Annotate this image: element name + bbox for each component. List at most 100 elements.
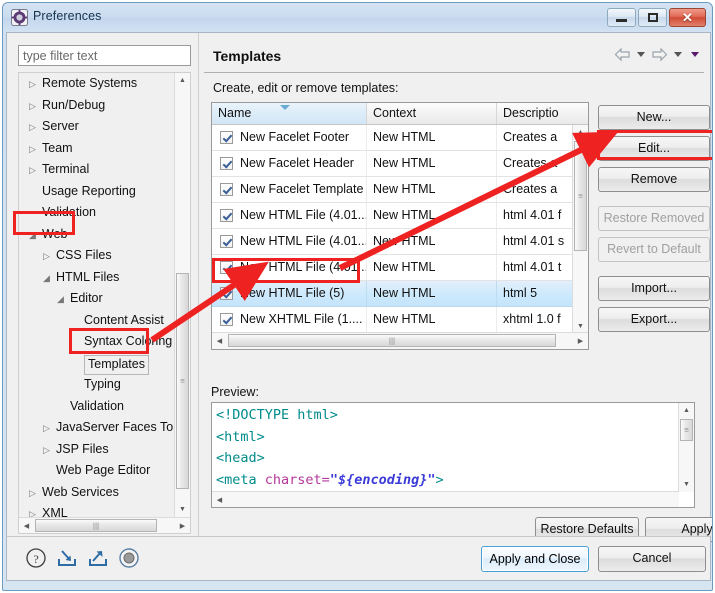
row-checkbox[interactable] bbox=[220, 183, 233, 196]
export-button[interactable]: Export... bbox=[598, 307, 710, 332]
table-row[interactable]: New HTML File (5) New HTML html 5 bbox=[212, 281, 574, 307]
row-checkbox[interactable] bbox=[220, 131, 233, 144]
apply-and-close-button[interactable]: Apply and Close bbox=[481, 546, 589, 572]
row-checkbox[interactable] bbox=[220, 261, 233, 274]
sidebar-item-html-files[interactable]: ◢ HTML Files bbox=[19, 267, 177, 289]
table-row[interactable]: New Facelet Footer New HTML Creates a bbox=[212, 125, 574, 151]
templates-table[interactable]: Name Context Descriptio New Facelet Foot… bbox=[211, 102, 589, 350]
table-hscroll-thumb[interactable]: ||| bbox=[228, 334, 556, 347]
export-preferences-icon[interactable] bbox=[87, 547, 109, 569]
scroll-left-arrow[interactable]: ◀ bbox=[212, 492, 227, 507]
preferences-tree[interactable]: ▷ Remote Systems ▷ Run/Debug ▷ Server ▷ Team ▷ Te… bbox=[18, 72, 191, 534]
tree-collapsed-arrow-icon[interactable]: ▷ bbox=[43, 439, 54, 461]
sidebar-item-xml[interactable]: ▷ XML bbox=[19, 503, 177, 517]
cancel-button[interactable]: Cancel bbox=[598, 546, 706, 572]
sidebar-item-validation[interactable]: Validation bbox=[19, 202, 177, 224]
column-header-context[interactable]: Context bbox=[367, 103, 497, 124]
sidebar-item-server[interactable]: ▷ Server bbox=[19, 116, 177, 138]
row-checkbox[interactable] bbox=[220, 209, 233, 222]
table-row[interactable]: New HTML File (4.01... New HTML html 4.01 … bbox=[212, 229, 574, 255]
tree-expanded-arrow-icon[interactable]: ◢ bbox=[43, 267, 54, 289]
sidebar-item-jsp-files[interactable]: ▷ JSP Files bbox=[19, 439, 177, 461]
tree-hscroll-thumb[interactable]: ||| bbox=[35, 519, 157, 532]
code-token-tag: <!DOCTYPE html> bbox=[216, 407, 338, 423]
scroll-left-arrow[interactable]: ◀ bbox=[19, 518, 34, 533]
back-arrow-icon[interactable] bbox=[614, 47, 631, 62]
sidebar-item-templates[interactable]: Templates bbox=[19, 353, 177, 375]
maximize-button[interactable] bbox=[638, 8, 667, 27]
sidebar-item-typing[interactable]: Typing bbox=[19, 374, 177, 396]
sidebar-item-usage-reporting[interactable]: Usage Reporting bbox=[19, 181, 177, 203]
table-horizontal-scrollbar[interactable]: ◀ ||| ▶ bbox=[212, 332, 588, 349]
tree-collapsed-arrow-icon[interactable]: ▷ bbox=[43, 417, 54, 439]
scroll-up-arrow[interactable]: ▲ bbox=[679, 403, 694, 418]
tree-expanded-arrow-icon[interactable]: ◢ bbox=[29, 224, 40, 246]
remove-button[interactable]: Remove bbox=[598, 167, 710, 192]
import-button[interactable]: Import... bbox=[598, 276, 710, 301]
tree-collapsed-arrow-icon[interactable]: ▷ bbox=[29, 138, 40, 160]
edit-button[interactable]: Edit... bbox=[598, 136, 710, 161]
code-token-tag: <meta bbox=[216, 471, 265, 488]
sidebar-item-content-assist[interactable]: Content Assist bbox=[19, 310, 177, 332]
close-button[interactable]: ✕ bbox=[669, 8, 706, 27]
table-row[interactable]: New HTML File (4.01... New HTML html 4.01 … bbox=[212, 255, 574, 281]
sidebar-item-team[interactable]: ▷ Team bbox=[19, 138, 177, 160]
preview-scroll-thumb[interactable]: ≡ bbox=[680, 419, 693, 441]
view-menu-triangle-icon[interactable] bbox=[691, 52, 699, 57]
tree-collapsed-arrow-icon[interactable]: ▷ bbox=[29, 159, 40, 181]
scroll-right-arrow[interactable]: ▶ bbox=[573, 333, 588, 348]
preview-pane[interactable]: <!DOCTYPE html> <html> <head> <meta charset… bbox=[211, 402, 695, 508]
sidebar-item-editor[interactable]: ◢ Editor bbox=[19, 288, 177, 310]
tree-collapsed-arrow-icon[interactable]: ▷ bbox=[29, 503, 40, 517]
tree-collapsed-arrow-icon[interactable]: ▷ bbox=[29, 116, 40, 138]
tree-collapsed-arrow-icon[interactable]: ▷ bbox=[29, 73, 40, 95]
table-row[interactable]: New HTML File (4.01... New HTML html 4.01 … bbox=[212, 203, 574, 229]
sidebar-item-web-services[interactable]: ▷ Web Services bbox=[19, 482, 177, 504]
scroll-left-arrow[interactable]: ◀ bbox=[212, 333, 227, 348]
scroll-right-arrow[interactable]: ▶ bbox=[175, 518, 190, 533]
new-button[interactable]: New... bbox=[598, 105, 710, 130]
sidebar-item-css-files[interactable]: ▷ CSS Files bbox=[19, 245, 177, 267]
scroll-down-arrow[interactable]: ▼ bbox=[679, 477, 694, 492]
sidebar-item-javaserver-faces-to[interactable]: ▷ JavaServer Faces To bbox=[19, 417, 177, 439]
sidebar-item-web-page-editor[interactable]: Web Page Editor bbox=[19, 460, 177, 482]
table-vertical-scrollbar[interactable]: ▲ ≡ ▼ bbox=[572, 125, 588, 334]
sidebar-item-web[interactable]: ◢ Web bbox=[19, 224, 177, 246]
row-checkbox[interactable] bbox=[220, 313, 233, 326]
column-header-description[interactable]: Descriptio bbox=[497, 103, 574, 124]
sidebar-item-validation[interactable]: Validation bbox=[19, 396, 177, 418]
filter-input[interactable] bbox=[18, 45, 191, 66]
back-history-chevron-down-icon[interactable] bbox=[637, 52, 645, 57]
preview-horizontal-scrollbar[interactable]: ◀ bbox=[212, 491, 679, 507]
minimize-button[interactable] bbox=[607, 8, 636, 27]
row-checkbox[interactable] bbox=[220, 157, 233, 170]
oomph-record-icon[interactable] bbox=[118, 547, 140, 569]
import-preferences-icon[interactable] bbox=[56, 547, 78, 569]
row-checkbox[interactable] bbox=[220, 287, 233, 300]
forward-history-chevron-down-icon[interactable] bbox=[674, 52, 682, 57]
tree-expanded-arrow-icon[interactable]: ◢ bbox=[57, 288, 68, 310]
table-row[interactable]: New XHTML File (1.... New HTML xhtml 1.0 f bbox=[212, 307, 574, 333]
sidebar-item-remote-systems[interactable]: ▷ Remote Systems bbox=[19, 73, 177, 95]
column-header-name[interactable]: Name bbox=[212, 103, 367, 124]
preview-vertical-scrollbar[interactable]: ▲ ≡ ▼ bbox=[678, 403, 694, 492]
help-icon[interactable]: ? bbox=[25, 547, 47, 569]
table-row[interactable]: New Facelet Header New HTML Creates a bbox=[212, 151, 574, 177]
tree-vertical-scrollbar[interactable]: ▲ ≡ ▼ bbox=[174, 73, 190, 517]
table-row[interactable]: New Facelet Template New HTML Creates a bbox=[212, 177, 574, 203]
tree-horizontal-scrollbar[interactable]: ◀ ||| ▶ bbox=[19, 517, 190, 533]
tree-collapsed-arrow-icon[interactable]: ▷ bbox=[43, 245, 54, 267]
tree-collapsed-arrow-icon[interactable]: ▷ bbox=[29, 95, 40, 117]
preferences-tree-list: ▷ Remote Systems ▷ Run/Debug ▷ Server ▷ Team ▷ Te… bbox=[19, 73, 177, 517]
sidebar-item-run-debug[interactable]: ▷ Run/Debug bbox=[19, 95, 177, 117]
sidebar-item-syntax-coloring[interactable]: Syntax Coloring bbox=[19, 331, 177, 353]
sidebar-item-terminal[interactable]: ▷ Terminal bbox=[19, 159, 177, 181]
scroll-down-arrow[interactable]: ▼ bbox=[175, 502, 190, 517]
tree-collapsed-arrow-icon[interactable]: ▷ bbox=[29, 482, 40, 504]
tree-scroll-thumb[interactable]: ≡ bbox=[176, 273, 189, 489]
table-scroll-thumb[interactable]: ≡ bbox=[574, 141, 587, 251]
row-checkbox[interactable] bbox=[220, 235, 233, 248]
scroll-up-arrow[interactable]: ▲ bbox=[573, 125, 588, 140]
scroll-up-arrow[interactable]: ▲ bbox=[175, 73, 190, 88]
forward-arrow-icon[interactable] bbox=[651, 47, 668, 62]
